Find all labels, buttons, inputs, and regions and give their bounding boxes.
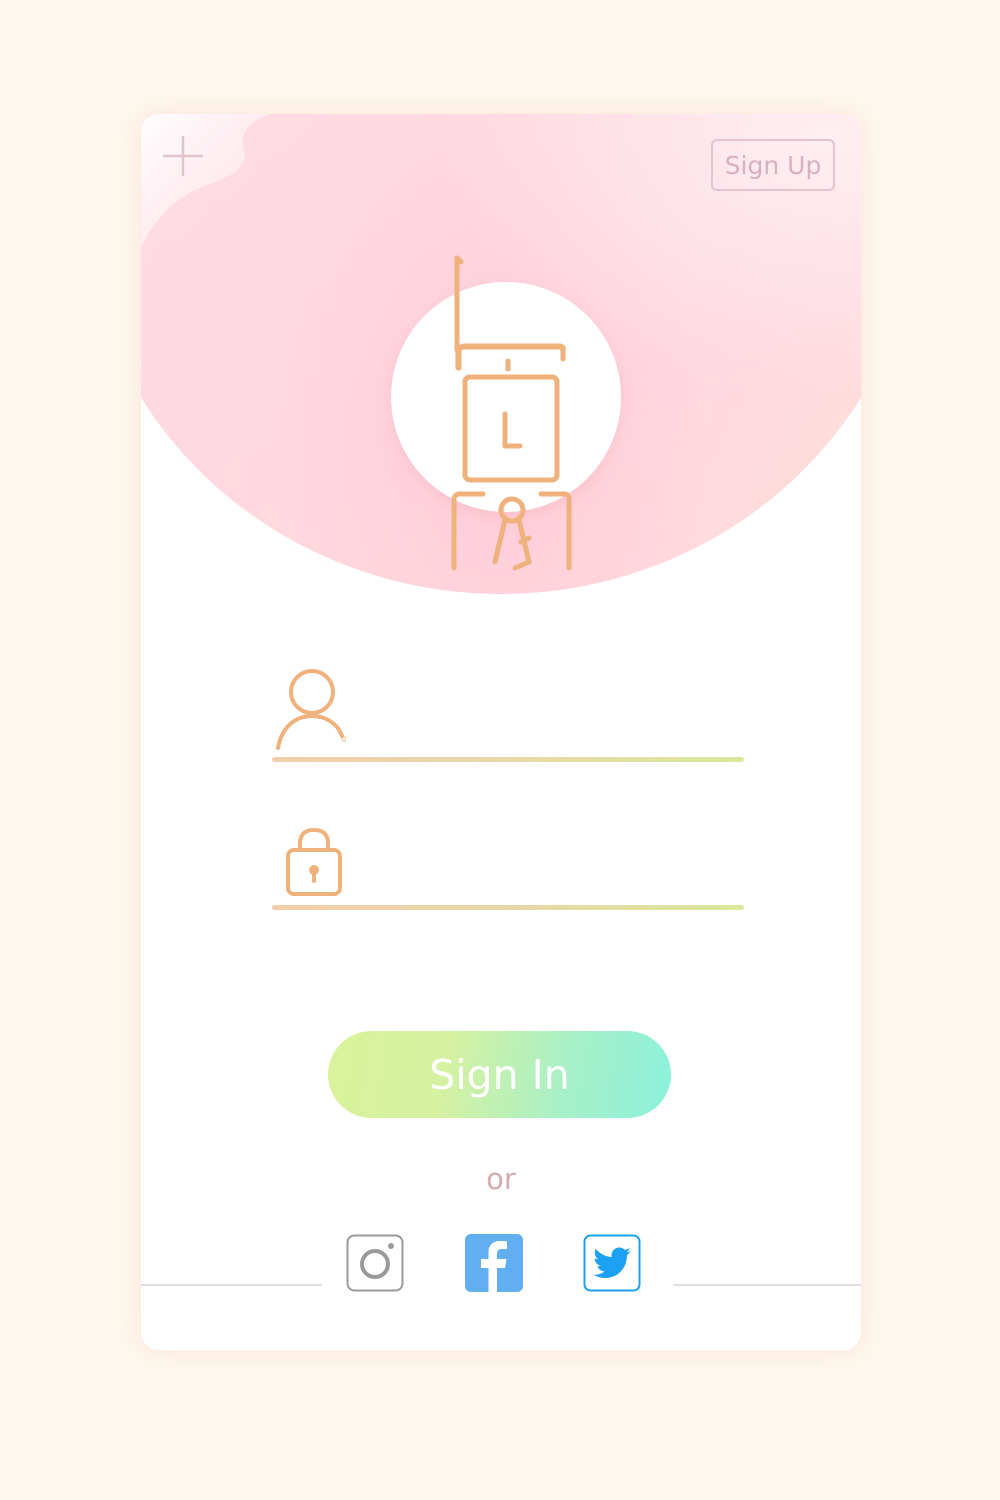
instagram-icon [346,1234,404,1292]
facebook-button[interactable] [465,1234,523,1292]
username-input[interactable] [362,702,744,744]
lock-icon [286,828,342,896]
plus-icon [163,136,203,176]
username-underline [272,757,744,762]
username-field[interactable] [272,662,744,762]
password-input[interactable] [362,850,744,892]
logo-main [451,344,572,571]
right-divider-line [673,1284,861,1286]
twitter-icon [583,1234,641,1292]
user-icon [276,669,346,750]
add-button[interactable] [161,134,205,178]
instagram-button[interactable] [346,1234,404,1292]
password-underline [272,905,744,910]
sign-in-button[interactable]: Sign In [328,1031,671,1118]
twitter-button[interactable] [583,1234,641,1292]
sign-up-button[interactable]: Sign Up [711,139,835,191]
left-divider-line [141,1284,322,1286]
or-divider-text: or [486,1162,516,1196]
login-card: Sign Up Sign In or [141,114,861,1350]
password-field[interactable] [272,810,744,910]
facebook-icon [465,1234,523,1292]
